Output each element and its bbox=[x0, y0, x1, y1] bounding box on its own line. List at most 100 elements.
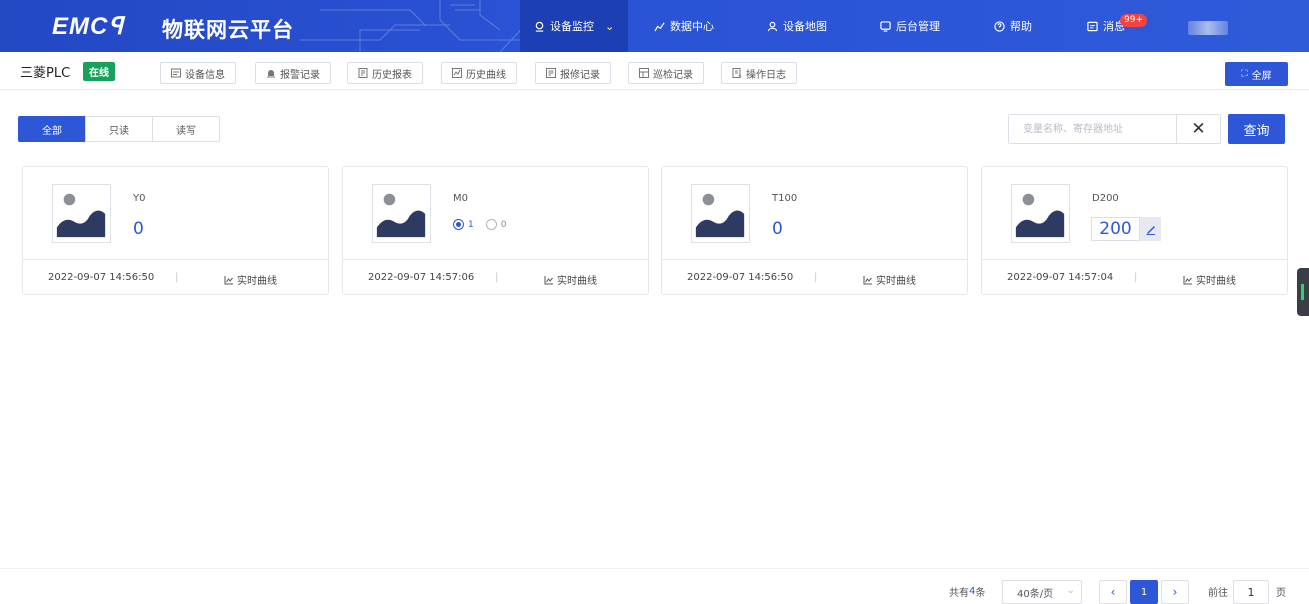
history-curve-button[interactable]: 历史曲线 bbox=[441, 62, 517, 84]
line-chart-icon bbox=[863, 275, 872, 284]
access-filter-tabs: 全部 只读 读写 bbox=[18, 116, 220, 142]
image-placeholder-icon bbox=[1011, 184, 1070, 243]
map-icon bbox=[767, 21, 778, 31]
total-prefix: 共有 bbox=[949, 587, 969, 599]
card-footer: 2022-09-07 14:56:50 | 实时曲线 bbox=[662, 259, 967, 296]
footer-divider bbox=[0, 568, 1309, 569]
curve-doc-icon bbox=[452, 68, 462, 78]
page-suffix: 页 bbox=[1276, 587, 1286, 599]
top-nav-bar: EMCꟼ 物联网云平台 设备监控 ⌄ 数据中心 设备地图 后台管理 帮助 消息 … bbox=[0, 0, 1309, 52]
radio-option-0[interactable] bbox=[485, 219, 497, 230]
prev-page-button[interactable]: ‹ bbox=[1099, 580, 1127, 604]
operation-log-button[interactable]: 操作日志 bbox=[721, 62, 797, 84]
edit-icon[interactable] bbox=[1140, 217, 1161, 241]
tab-readonly[interactable]: 只读 bbox=[85, 116, 153, 142]
page-number-button[interactable]: 1 bbox=[1130, 580, 1158, 604]
timestamp: 2022-09-07 14:56:50 bbox=[687, 272, 794, 283]
chevron-down-icon: ⌄ bbox=[605, 19, 615, 33]
search-box: ✕ bbox=[1008, 114, 1221, 144]
realtime-curve-link[interactable]: 实时曲线 bbox=[224, 272, 277, 287]
line-chart-icon bbox=[224, 275, 233, 284]
image-placeholder-icon bbox=[52, 184, 111, 243]
line-chart-icon bbox=[544, 275, 553, 284]
query-button[interactable]: 查询 bbox=[1228, 114, 1285, 144]
curve-label: 实时曲线 bbox=[1196, 276, 1236, 287]
variable-value: 200 bbox=[1091, 217, 1140, 241]
history-report-button[interactable]: 历史报表 bbox=[347, 62, 423, 84]
divider: | bbox=[495, 272, 499, 283]
variable-name: D200 bbox=[1092, 193, 1119, 204]
divider: | bbox=[814, 272, 818, 283]
variable-value: 0 bbox=[772, 219, 783, 239]
device-name: 三菱PLC bbox=[20, 66, 71, 81]
search-input[interactable] bbox=[1009, 115, 1176, 143]
nav-data-center[interactable]: 数据中心 bbox=[654, 0, 714, 52]
repair-record-button[interactable]: 报修记录 bbox=[535, 62, 611, 84]
realtime-curve-link[interactable]: 实时曲线 bbox=[863, 272, 916, 287]
curve-label: 实时曲线 bbox=[237, 276, 277, 287]
bit-radio-group: 1 0 bbox=[453, 219, 506, 230]
variable-card: D200 200 2022-09-07 14:57:04 | 实时曲线 bbox=[981, 166, 1288, 295]
nav-label: 数据中心 bbox=[670, 20, 714, 33]
variable-card: M0 1 0 2022-09-07 14:57:06 | 实时曲线 bbox=[342, 166, 649, 295]
monitor-icon bbox=[535, 21, 544, 32]
pagination-total: 共有 4 条 bbox=[949, 578, 985, 604]
nav-label: 设备地图 bbox=[783, 20, 827, 33]
tab-readwrite[interactable]: 读写 bbox=[152, 116, 220, 142]
info-card-icon bbox=[171, 68, 181, 78]
fullscreen-button[interactable]: ⛶ 全屏 bbox=[1225, 62, 1288, 86]
nav-messages[interactable]: 消息 bbox=[1087, 0, 1125, 52]
image-placeholder-icon bbox=[691, 184, 750, 243]
nav-device-map[interactable]: 设备地图 bbox=[767, 0, 827, 52]
page-size-select[interactable]: 40条/页 ⌄ bbox=[1002, 580, 1082, 604]
realtime-curve-link[interactable]: 实时曲线 bbox=[1183, 272, 1236, 287]
nav-label: 设备监控 bbox=[550, 20, 594, 33]
divider: | bbox=[175, 272, 179, 283]
message-icon bbox=[1087, 21, 1098, 31]
admin-icon bbox=[880, 20, 891, 32]
variable-value: 0 bbox=[133, 219, 144, 239]
nav-device-monitor[interactable]: 设备监控 ⌄ bbox=[520, 0, 629, 52]
tab-all[interactable]: 全部 bbox=[18, 116, 86, 142]
device-toolbar: 三菱PLC 在线 设备信息 报警记录 历史报表 历史曲线 报修记录 巡检记录 操… bbox=[0, 56, 1309, 90]
page-size-value: 40条/页 bbox=[1017, 588, 1054, 600]
fullscreen-label: 全屏 bbox=[1251, 70, 1272, 82]
log-icon bbox=[732, 68, 742, 78]
tool-label: 操作日志 bbox=[746, 69, 786, 81]
realtime-curve-link[interactable]: 实时曲线 bbox=[544, 272, 597, 287]
report-icon bbox=[358, 68, 368, 78]
brand-logo: EMCꟼ bbox=[52, 13, 124, 40]
image-placeholder-icon bbox=[372, 184, 431, 243]
timestamp: 2022-09-07 14:56:50 bbox=[48, 272, 155, 283]
curve-label: 实时曲线 bbox=[876, 276, 916, 287]
alarm-record-button[interactable]: 报警记录 bbox=[255, 62, 331, 84]
nav-admin[interactable]: 后台管理 bbox=[880, 0, 940, 52]
chevron-down-icon: ⌄ bbox=[1066, 585, 1075, 596]
variable-card: T100 0 2022-09-07 14:56:50 | 实时曲线 bbox=[661, 166, 968, 295]
variable-name: M0 bbox=[453, 193, 468, 204]
card-footer: 2022-09-07 14:56:50 | 实时曲线 bbox=[23, 259, 328, 296]
inspection-icon bbox=[639, 68, 649, 78]
variable-name: T100 bbox=[772, 193, 798, 204]
device-info-button[interactable]: 设备信息 bbox=[160, 62, 236, 84]
divider: | bbox=[1134, 272, 1138, 283]
side-panel-handle[interactable] bbox=[1297, 268, 1309, 316]
repair-icon bbox=[546, 68, 556, 78]
expand-icon: ⛶ bbox=[1241, 69, 1248, 79]
chart-icon bbox=[654, 22, 665, 31]
clear-icon[interactable]: ✕ bbox=[1176, 115, 1220, 143]
timestamp: 2022-09-07 14:57:04 bbox=[1007, 272, 1114, 283]
nav-help[interactable]: 帮助 bbox=[994, 0, 1032, 52]
radio-option-1[interactable] bbox=[453, 219, 464, 230]
radio-label: 0 bbox=[500, 219, 507, 230]
card-footer: 2022-09-07 14:57:06 | 实时曲线 bbox=[343, 259, 648, 296]
status-badge: 在线 bbox=[83, 62, 115, 81]
radio-label: 1 bbox=[468, 219, 474, 230]
curve-label: 实时曲线 bbox=[557, 276, 597, 287]
inspection-record-button[interactable]: 巡检记录 bbox=[628, 62, 704, 84]
user-account[interactable] bbox=[1188, 21, 1228, 35]
next-page-button[interactable]: › bbox=[1161, 580, 1189, 604]
nav-label: 后台管理 bbox=[896, 20, 940, 33]
variable-card: Y0 0 2022-09-07 14:56:50 | 实时曲线 bbox=[22, 166, 329, 295]
goto-page-input[interactable]: 1 bbox=[1233, 580, 1269, 604]
